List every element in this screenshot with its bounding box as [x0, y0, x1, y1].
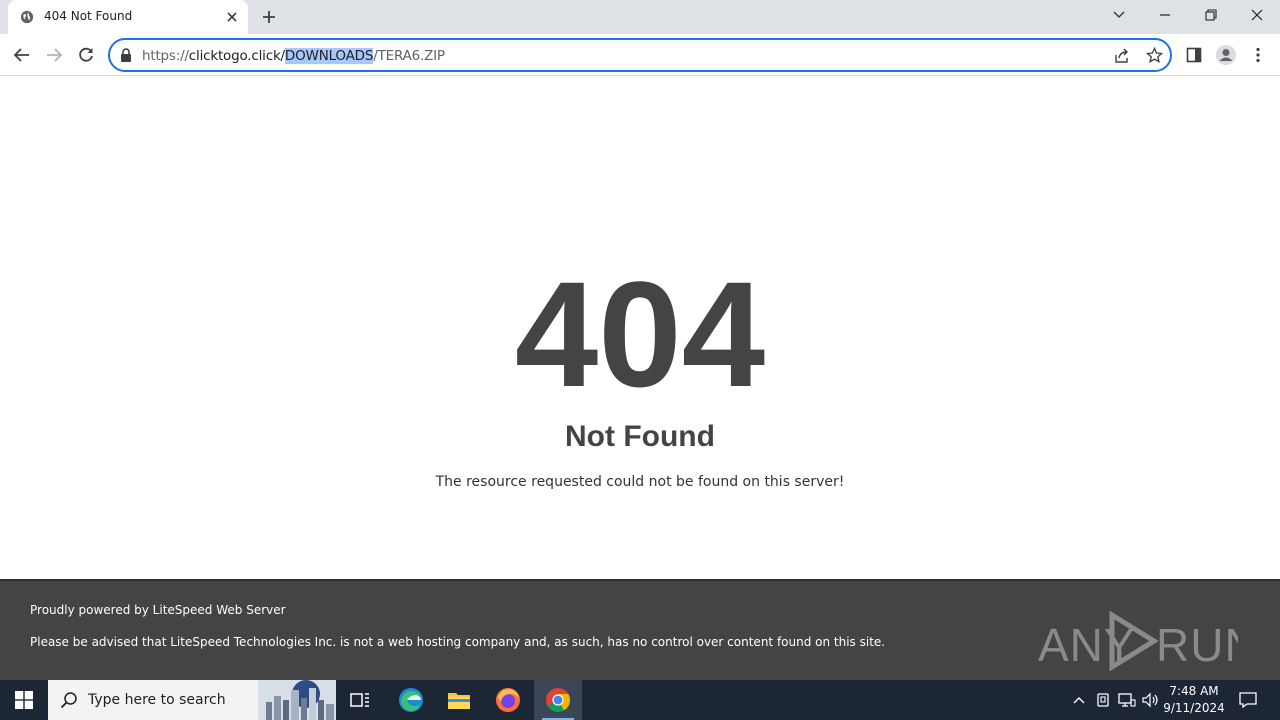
- menu-button[interactable]: [1245, 42, 1271, 68]
- notification-icon: [1239, 692, 1257, 708]
- windows-logo-icon: [15, 691, 33, 709]
- chevron-down-icon: [1113, 11, 1125, 19]
- start-button[interactable]: [0, 680, 48, 720]
- forward-button[interactable]: [41, 42, 67, 68]
- taskbar-firefox[interactable]: [484, 680, 532, 720]
- notification-center-button[interactable]: [1238, 690, 1258, 710]
- page-footer: Proudly powered by LiteSpeed Web Server …: [0, 579, 1280, 680]
- tray-volume-button[interactable]: [1141, 690, 1161, 710]
- profile-button[interactable]: [1213, 42, 1239, 68]
- clock-time: 7:48 AM: [1169, 684, 1219, 698]
- tab-strip: 404 Not Found: [0, 0, 1280, 34]
- tray-overflow-button[interactable]: [1069, 690, 1089, 710]
- page-content: 404 Not Found The resource requested cou…: [0, 77, 1280, 579]
- reload-icon: [79, 47, 93, 62]
- url-selected-segment: DOWNLOADS: [284, 48, 374, 64]
- tray-network-button[interactable]: [1117, 690, 1137, 710]
- url-host: clicktogo.click/: [188, 48, 285, 64]
- error-heading: Not Found: [565, 420, 715, 453]
- taskbar-search-box[interactable]: Type here to search: [48, 680, 336, 720]
- url-path: /TERA6.ZIP: [373, 48, 445, 64]
- error-code: 404: [514, 250, 766, 418]
- restore-button[interactable]: [1188, 0, 1234, 30]
- tab-search-button[interactable]: [1096, 0, 1142, 30]
- close-window-button[interactable]: [1234, 0, 1280, 30]
- search-highlight-city-image: [258, 680, 336, 720]
- chevron-up-icon: [1073, 697, 1085, 704]
- close-tab-icon[interactable]: [224, 9, 240, 25]
- arrow-right-icon: [47, 48, 63, 62]
- arrow-left-icon: [13, 48, 29, 62]
- globe-icon: [20, 10, 34, 24]
- tab-title: 404 Not Found: [44, 9, 133, 23]
- share-icon[interactable]: [1114, 48, 1130, 64]
- firefox-icon: [496, 688, 520, 712]
- task-view-button[interactable]: [336, 680, 384, 720]
- taskbar-file-explorer[interactable]: [435, 680, 483, 720]
- search-icon: [60, 692, 77, 709]
- back-button[interactable]: [9, 42, 35, 68]
- url-text[interactable]: https://clicktogo.click/DOWNLOADS/TERA6.…: [142, 48, 445, 64]
- edge-icon: [399, 688, 423, 712]
- device-icon: [1097, 693, 1109, 707]
- avatar-icon: [1216, 45, 1236, 65]
- side-panel-button[interactable]: [1181, 42, 1207, 68]
- folder-icon: [448, 693, 470, 709]
- bookmark-star-icon[interactable]: [1146, 47, 1163, 64]
- url-scheme: https://: [142, 48, 189, 64]
- lock-icon[interactable]: [120, 48, 132, 62]
- windows-taskbar: Type here to search 7:48 AM 9/11/2024: [0, 680, 1280, 720]
- taskbar-clock[interactable]: 7:48 AM 9/11/2024: [1160, 683, 1228, 717]
- footer-disclaimer: Please be advised that LiteSpeed Technol…: [30, 635, 886, 649]
- new-tab-icon[interactable]: [260, 8, 278, 26]
- tab-404-not-found[interactable]: 404 Not Found: [8, 0, 248, 34]
- speaker-icon: [1142, 692, 1158, 708]
- task-view-icon: [350, 693, 369, 707]
- clock-date: 9/11/2024: [1163, 701, 1225, 715]
- anyrun-watermark-logo: ANY RUN: [1038, 610, 1238, 672]
- tray-device-button[interactable]: [1093, 690, 1113, 710]
- reload-button[interactable]: [73, 42, 99, 68]
- browser-toolbar: https://clicktogo.click/DOWNLOADS/TERA6.…: [0, 34, 1280, 76]
- footer-powered-by: Proudly powered by LiteSpeed Web Server: [30, 603, 286, 617]
- svg-text:RUN: RUN: [1156, 619, 1238, 671]
- close-icon: [1251, 9, 1263, 21]
- network-icon: [1118, 693, 1136, 707]
- restore-icon: [1205, 9, 1217, 21]
- minimize-icon: [1160, 14, 1170, 16]
- more-vert-icon: [1256, 47, 1260, 63]
- minimize-button[interactable]: [1142, 0, 1188, 30]
- taskbar-chrome[interactable]: [534, 680, 582, 720]
- side-panel-icon: [1186, 47, 1202, 63]
- error-message: The resource requested could not be foun…: [435, 474, 845, 490]
- search-placeholder: Type here to search: [88, 692, 226, 708]
- chrome-icon: [546, 688, 570, 713]
- taskbar-edge[interactable]: [387, 680, 435, 720]
- address-bar[interactable]: https://clicktogo.click/DOWNLOADS/TERA6.…: [108, 38, 1172, 72]
